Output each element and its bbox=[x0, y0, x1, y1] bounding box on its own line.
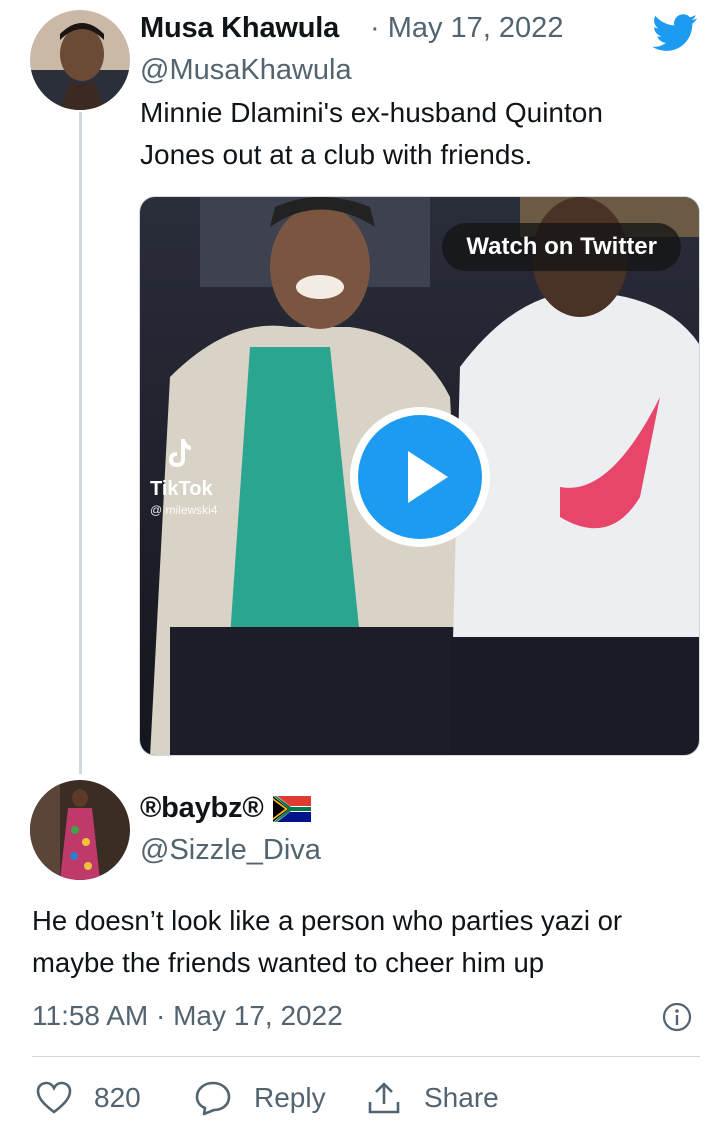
reply-label: Reply bbox=[254, 1082, 326, 1113]
author-name[interactable]: Musa Khawula bbox=[140, 12, 339, 45]
heart-icon bbox=[36, 1081, 72, 1114]
like-action[interactable]: 820 bbox=[36, 1076, 141, 1120]
tweet-text-line-2: Jones out at a club with friends. bbox=[140, 139, 533, 170]
tweet-text-line-1: Minnie Dlamini's ex-husband Quinton bbox=[140, 97, 603, 128]
author-handle[interactable]: @MusaKhawula bbox=[140, 54, 352, 87]
reply-action[interactable]: Reply bbox=[194, 1076, 326, 1120]
tweet-date[interactable]: · May 17, 2022 bbox=[370, 12, 563, 45]
reply-text-line-1: He doesn’t look like a person who partie… bbox=[32, 905, 623, 936]
footer-divider bbox=[32, 1056, 700, 1057]
avatar-musa[interactable] bbox=[30, 10, 130, 110]
tiktok-watermark: TikTok @ milewski4 bbox=[150, 437, 218, 517]
twitter-bird-icon[interactable] bbox=[652, 14, 698, 52]
tiktok-user: @ milewski4 bbox=[150, 503, 218, 517]
tiktok-logo-icon bbox=[169, 439, 191, 467]
share-icon bbox=[368, 1082, 400, 1114]
reply-text-line-2: maybe the friends wanted to cheer him up bbox=[32, 947, 545, 978]
info-icon[interactable] bbox=[662, 1002, 692, 1032]
play-icon bbox=[408, 451, 448, 503]
reply-author-handle[interactable]: @Sizzle_Diva bbox=[140, 834, 321, 867]
reply-author-name[interactable]: ®baybz® bbox=[140, 792, 264, 825]
reply-timestamp[interactable]: 11:58 AM · May 17, 2022 bbox=[32, 1000, 343, 1032]
share-action[interactable]: Share bbox=[366, 1076, 499, 1120]
reply-bubble-icon bbox=[195, 1081, 231, 1116]
avatar-baybz[interactable] bbox=[30, 780, 130, 880]
south-africa-flag-icon bbox=[273, 796, 311, 822]
thread-connector-line bbox=[79, 112, 82, 774]
share-label: Share bbox=[424, 1082, 499, 1113]
video-media[interactable]: TikTok @ milewski4 Watch on Twitter bbox=[139, 196, 700, 756]
tiktok-label: TikTok bbox=[150, 478, 213, 500]
like-count: 820 bbox=[94, 1082, 141, 1113]
play-button[interactable] bbox=[350, 407, 490, 547]
watch-on-twitter-button[interactable]: Watch on Twitter bbox=[442, 223, 681, 271]
